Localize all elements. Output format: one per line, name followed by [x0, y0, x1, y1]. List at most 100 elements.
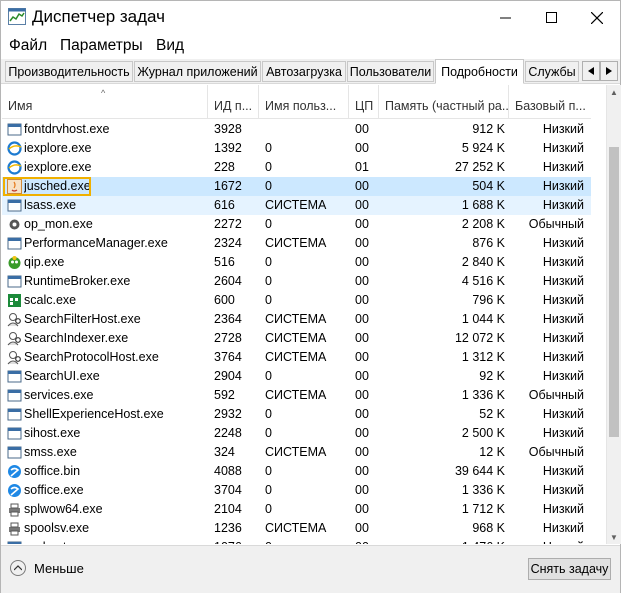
table-row[interactable]: SearchFilterHost.exe 2364 СИСТЕМА 00 1 044 K…	[2, 310, 591, 329]
window-icon	[7, 275, 22, 288]
tab-details[interactable]: Подробности	[435, 59, 524, 84]
process-pid: 1392	[214, 141, 242, 155]
title-bar: Диспетчер задач	[1, 1, 620, 34]
table-row[interactable]: iexplore.exe 228 0 01 27 252 K Низкий	[2, 158, 591, 177]
table-row[interactable]: RuntimeBroker.exe 2604 0 00 4 516 K Низкий	[2, 272, 591, 291]
table-row[interactable]: PerformanceManager.exe 2324 СИСТЕМА 00 876 K…	[2, 234, 591, 253]
table-row[interactable]: SearchIndexer.exe 2728 СИСТЕМА 00 12 072 K Ни…	[2, 329, 591, 348]
minimize-button[interactable]	[482, 1, 528, 34]
process-memory: 912 K	[472, 122, 505, 136]
process-cpu: 00	[355, 350, 369, 364]
task-manager-icon	[8, 8, 26, 25]
window-icon	[7, 541, 22, 544]
process-pid: 2248	[214, 426, 242, 440]
vertical-scrollbar[interactable]: ▲ ▼	[606, 85, 621, 544]
process-cpu: 00	[355, 274, 369, 288]
fewer-details-label: Меньше	[34, 560, 84, 576]
table-row[interactable]: sihost.exe 2248 0 00 2 500 K Низкий	[2, 424, 591, 443]
process-pid: 600	[214, 293, 235, 307]
table-row[interactable]: splwow64.exe 2104 0 00 1 712 K Низкий	[2, 500, 591, 519]
tab-scroll-left-button[interactable]	[582, 61, 600, 81]
table-row[interactable]: op_mon.exe 2272 0 00 2 208 K Обычный	[2, 215, 591, 234]
process-user: СИСТЕМА	[265, 350, 327, 364]
table-row[interactable]: ShellExperienceHost.exe 2932 0 00 52 K Низкий	[2, 405, 591, 424]
close-icon	[591, 11, 603, 24]
column-header-pid[interactable]: ИД п...	[208, 85, 259, 119]
process-user: 0	[265, 502, 272, 516]
process-priority: Низкий	[542, 198, 584, 212]
column-header-cpu[interactable]: ЦП	[349, 85, 379, 119]
tab-performance[interactable]: Производительность	[5, 61, 133, 82]
process-cpu: 00	[355, 293, 369, 307]
ie-icon	[7, 160, 22, 175]
search-person-icon	[7, 313, 21, 327]
scroll-up-icon[interactable]: ▲	[607, 85, 621, 99]
tab-users[interactable]: Пользователи	[347, 61, 434, 82]
tab-scroll-right-button[interactable]	[600, 61, 618, 81]
table-row[interactable]: spoolsv.exe 1236 СИСТЕМА 00 968 K Низкий	[2, 519, 591, 538]
process-memory: 1 712 K	[461, 502, 505, 516]
process-memory: 1 476 K	[385, 538, 505, 544]
table-row[interactable]: soffice.exe 3704 0 00 1 336 K Низкий	[2, 481, 591, 500]
process-name: iexplore.exe	[24, 141, 92, 155]
process-pid: 228	[214, 160, 235, 174]
process-memory: 12 K	[479, 445, 505, 459]
table-row[interactable]: scalc.exe 600 0 00 796 K Низкий	[2, 291, 591, 310]
maximize-button[interactable]	[528, 1, 574, 34]
window-icon	[7, 389, 22, 402]
chevron-right-icon	[606, 67, 612, 75]
process-name: SearchUI.exe	[24, 369, 100, 383]
column-header-user[interactable]: Имя польз...	[259, 85, 349, 119]
scrollbar-thumb[interactable]	[609, 147, 619, 437]
process-name: smss.exe	[24, 445, 77, 459]
column-header-priority[interactable]: Базовый п...	[509, 85, 591, 119]
table-row[interactable]: fontdrvhost.exe 3928 00 912 K Низкий	[2, 120, 591, 139]
process-memory: 1 336 K	[461, 483, 505, 497]
tab-strip: Производительность Журнал приложений Авт…	[1, 59, 620, 84]
search-person-icon	[7, 351, 21, 365]
process-name: op_mon.exe	[24, 217, 93, 231]
menu-view[interactable]: Вид	[156, 37, 184, 55]
process-cpu: 00	[355, 122, 369, 136]
process-cpu: 01	[355, 160, 369, 174]
tab-services[interactable]: Службы	[525, 61, 579, 82]
process-priority: Низкий	[542, 464, 584, 478]
close-button[interactable]	[574, 1, 620, 34]
table-row[interactable]: SearchProtocolHost.exe 3764 СИСТЕМА 00 1 312…	[2, 348, 591, 367]
process-name: services.exe	[24, 388, 94, 402]
window-title: Диспетчер задач	[32, 7, 165, 26]
process-user: СИСТЕМА	[265, 198, 327, 212]
process-user	[265, 120, 345, 139]
process-memory: 2 840 K	[461, 255, 505, 269]
footer-bar: Меньше Снять задачу	[1, 545, 620, 593]
process-pid: 1236	[214, 521, 242, 535]
table-row[interactable]: svchost.exe10760001 476 KНизкий	[2, 538, 591, 544]
table-row[interactable]: qip.exe 516 0 00 2 840 K Низкий	[2, 253, 591, 272]
process-user: 0	[265, 483, 272, 497]
process-priority: Низкий	[542, 407, 584, 421]
table-row[interactable]: iexplore.exe 1392 0 00 5 924 K Низкий	[2, 139, 591, 158]
process-memory: 5 924 K	[461, 141, 505, 155]
process-pid: 2272	[214, 217, 242, 231]
process-pid: 2604	[214, 274, 242, 288]
process-name: qip.exe	[24, 255, 65, 269]
scroll-down-icon[interactable]: ▼	[607, 530, 621, 544]
table-row[interactable]: smss.exe 324 СИСТЕМА 00 12 K Обычный	[2, 443, 591, 462]
column-header-name[interactable]: Имя ^	[2, 85, 208, 119]
table-row[interactable]: soffice.bin 4088 0 00 39 644 K Низкий	[2, 462, 591, 481]
fewer-details-button[interactable]: Меньше	[10, 560, 84, 576]
menu-file[interactable]: Файл	[9, 37, 47, 55]
process-priority: Низкий	[542, 502, 584, 516]
tab-app-history[interactable]: Журнал приложений	[134, 61, 261, 82]
table-row[interactable]: SearchUI.exe 2904 0 00 92 K Низкий	[2, 367, 591, 386]
end-task-button[interactable]: Снять задачу	[528, 558, 611, 580]
process-user: 0	[265, 293, 272, 307]
menu-options[interactable]: Параметры	[60, 37, 143, 55]
process-cpu: 00	[355, 331, 369, 345]
table-row[interactable]: jusched.exe 1672 0 00 504 K Низкий	[2, 177, 591, 196]
table-row[interactable]: lsass.exe 616 СИСТЕМА 00 1 688 K Низкий	[2, 196, 591, 215]
table-row[interactable]: services.exe 592 СИСТЕМА 00 1 336 K Обычный	[2, 386, 591, 405]
column-header-memory[interactable]: Память (частный ра...	[379, 85, 509, 119]
tab-startup[interactable]: Автозагрузка	[262, 61, 346, 82]
process-name: SearchIndexer.exe	[24, 331, 129, 345]
